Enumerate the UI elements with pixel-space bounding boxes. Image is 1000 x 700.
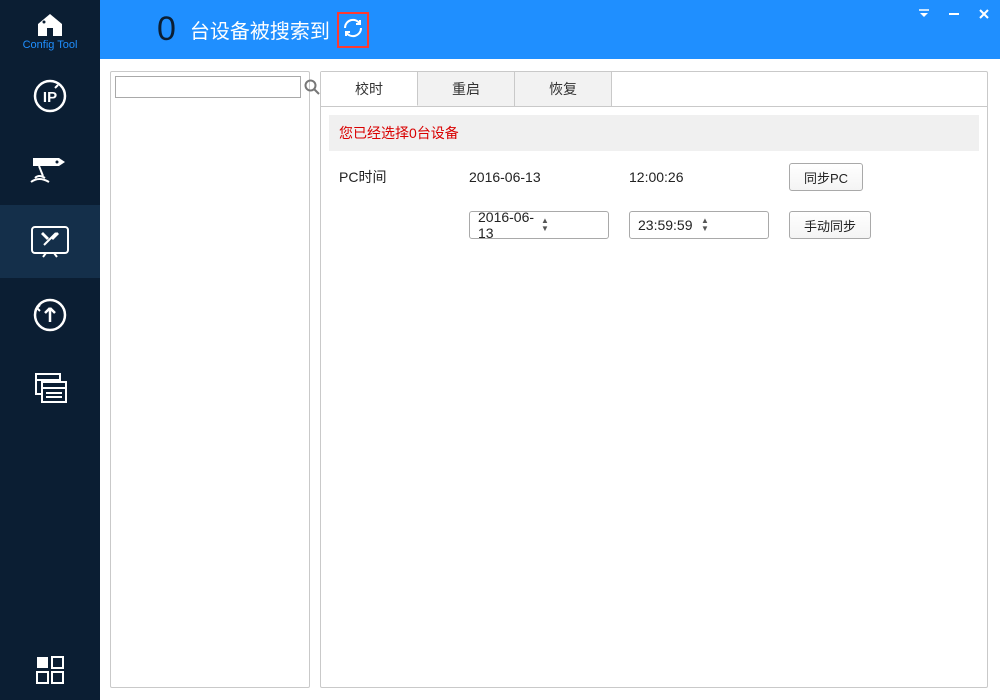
tools-icon [28,223,72,261]
tab-restart[interactable]: 重启 [418,72,515,106]
time-spinner-value: 23:59:59 [638,217,701,233]
pc-time-label: PC时间 [339,167,469,187]
search-input[interactable] [115,76,301,98]
tabs: 校时 重启 恢复 [321,72,987,107]
pc-time-value: 12:00:26 [629,169,789,185]
manual-sync-button[interactable]: 手动同步 [789,211,871,239]
nav-tools[interactable] [0,205,100,278]
main-panel: 校时 重启 恢复 您已经选择0台设备 PC时间 2016-06-13 12:00… [320,71,988,688]
nav-camera[interactable] [0,132,100,205]
pc-date-value: 2016-06-13 [469,169,629,185]
ip-icon: IP [31,77,69,115]
home-icon [35,12,65,38]
topbar: 0 台设备被搜索到 [100,0,1000,59]
tab-restore[interactable]: 恢复 [515,72,612,106]
svg-text:IP: IP [43,89,57,106]
date-spinner[interactable]: 2016-06-13 ▲ ▼ [469,211,609,239]
logo-label: Config Tool [23,39,78,51]
document-icon [32,372,68,404]
refresh-highlight [337,12,369,48]
upgrade-icon [31,296,69,334]
close-icon[interactable] [976,6,992,22]
window-controls [916,6,992,22]
nav-upgrade[interactable] [0,278,100,351]
device-list-panel [110,71,310,688]
nav-rail: Config Tool IP [0,0,100,700]
device-count: 0 [157,10,176,49]
nav-ip[interactable]: IP [0,59,100,132]
search-icon[interactable] [303,76,321,98]
selection-message: 您已经选择0台设备 [329,115,979,151]
nav-apps[interactable] [0,640,100,700]
minimize-icon[interactable] [946,6,962,22]
menu-dropdown-icon[interactable] [916,6,932,22]
apps-grid-icon [35,655,65,685]
camera-icon [29,152,71,186]
chevron-down-icon[interactable]: ▼ [541,225,604,233]
nav-template[interactable] [0,351,100,424]
logo[interactable]: Config Tool [0,0,100,59]
tab-time-sync[interactable]: 校时 [321,72,418,106]
chevron-up-icon[interactable]: ▲ [701,217,764,225]
date-spinner-value: 2016-06-13 [478,209,541,241]
sync-pc-button[interactable]: 同步PC [789,163,863,191]
chevron-up-icon[interactable]: ▲ [541,217,604,225]
chevron-down-icon[interactable]: ▼ [701,225,764,233]
refresh-icon[interactable] [342,17,364,42]
device-count-label: 台设备被搜索到 [190,15,330,44]
time-spinner[interactable]: 23:59:59 ▲ ▼ [629,211,769,239]
